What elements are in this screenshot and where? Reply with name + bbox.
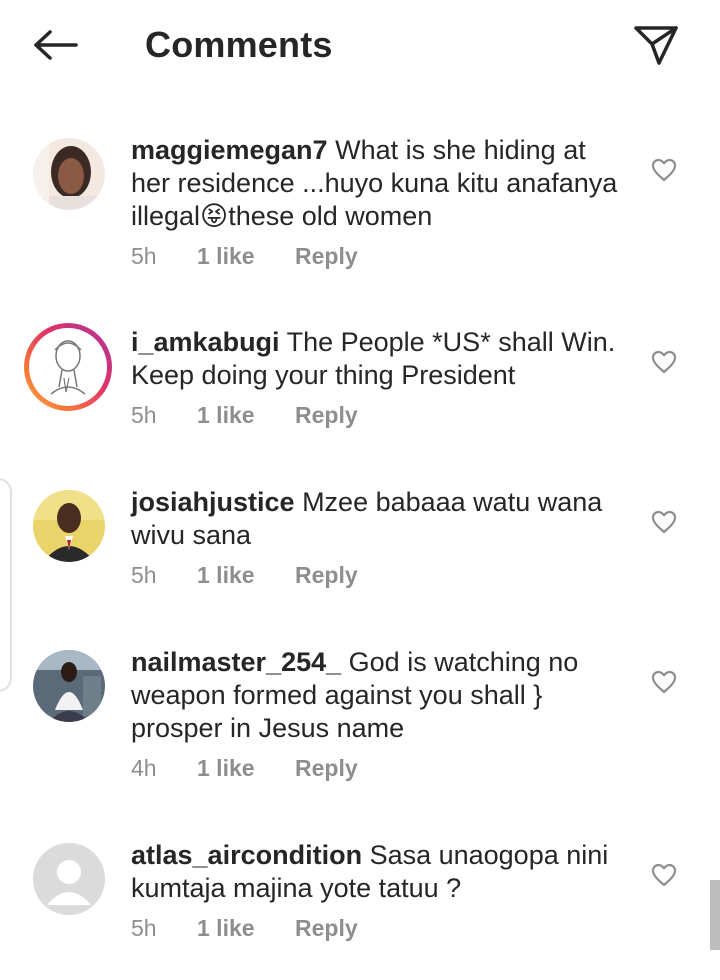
comment-username[interactable]: i_amkabugi (131, 327, 280, 357)
comment-likes[interactable]: 1 like (197, 915, 295, 942)
avatar-photo (33, 490, 105, 562)
emoji-squint-tongue: 😝 (200, 201, 229, 231)
comment-likes[interactable]: 1 like (197, 562, 295, 589)
like-button[interactable] (648, 346, 680, 378)
share-button[interactable] (628, 20, 684, 70)
comment-time: 4h (131, 755, 157, 781)
avatar-sketch (50, 340, 86, 395)
comment-time: 5h (131, 402, 157, 428)
comment-meta: 5h 1 like Reply (131, 243, 631, 270)
comment-username[interactable]: maggiemegan7 (131, 135, 328, 165)
comment-text: i_amkabugi The People *US* shall Win. Ke… (131, 327, 616, 390)
back-arrow-icon (34, 30, 78, 60)
heart-icon (651, 863, 677, 887)
scrollbar-thumb[interactable] (710, 880, 720, 950)
like-button[interactable] (648, 859, 680, 891)
comment-time: 5h (131, 243, 157, 269)
default-user-icon (33, 843, 105, 915)
comment-likes[interactable]: 1 like (197, 755, 295, 782)
avatar[interactable] (33, 650, 105, 722)
avatar-photo (33, 138, 105, 210)
comment-likes[interactable]: 1 like (197, 243, 295, 270)
reply-button[interactable]: Reply (295, 243, 358, 270)
heart-icon (651, 350, 677, 374)
avatar[interactable] (33, 490, 105, 562)
reply-button[interactable]: Reply (295, 915, 358, 942)
like-button[interactable] (648, 154, 680, 186)
like-button[interactable] (648, 506, 680, 538)
comment-username[interactable]: josiahjustice (131, 487, 295, 517)
comment-meta: 5h 1 like Reply (131, 562, 631, 589)
reply-button[interactable]: Reply (295, 402, 358, 429)
comment-time: 5h (131, 562, 157, 588)
reply-button[interactable]: Reply (295, 562, 358, 589)
like-button[interactable] (648, 666, 680, 698)
comment-meta: 5h 1 like Reply (131, 402, 631, 429)
avatar-photo (33, 650, 105, 722)
back-button[interactable] (28, 22, 84, 68)
page-title: Comments (145, 24, 333, 65)
heart-icon (651, 158, 677, 182)
comment-time: 5h (131, 915, 157, 941)
heart-icon (651, 510, 677, 534)
comment-text: josiahjustice Mzee babaaa watu wana wivu… (131, 487, 603, 550)
comment-meta: 4h 1 like Reply (131, 755, 631, 782)
comment-meta: 5h 1 like Reply (131, 915, 631, 942)
comment-username[interactable]: nailmaster_254_ (131, 647, 341, 677)
avatar-story-ring[interactable] (24, 323, 112, 411)
header-bar: Comments (0, 0, 720, 90)
comment-text: atlas_aircondition Sasa unaogopa nini ku… (131, 840, 609, 903)
comment-text: nailmaster_254_ God is watching no weapo… (131, 647, 579, 743)
avatar-default[interactable] (33, 843, 105, 915)
heart-icon (651, 670, 677, 694)
avatar[interactable] (33, 138, 105, 210)
comment-username[interactable]: atlas_aircondition (131, 840, 362, 870)
edge-panel-handle[interactable] (0, 478, 12, 692)
comment-text: maggiemegan7 What is she hiding at her r… (131, 135, 618, 231)
comment-likes[interactable]: 1 like (197, 402, 295, 429)
reply-button[interactable]: Reply (295, 755, 358, 782)
paper-plane-icon (634, 26, 678, 65)
